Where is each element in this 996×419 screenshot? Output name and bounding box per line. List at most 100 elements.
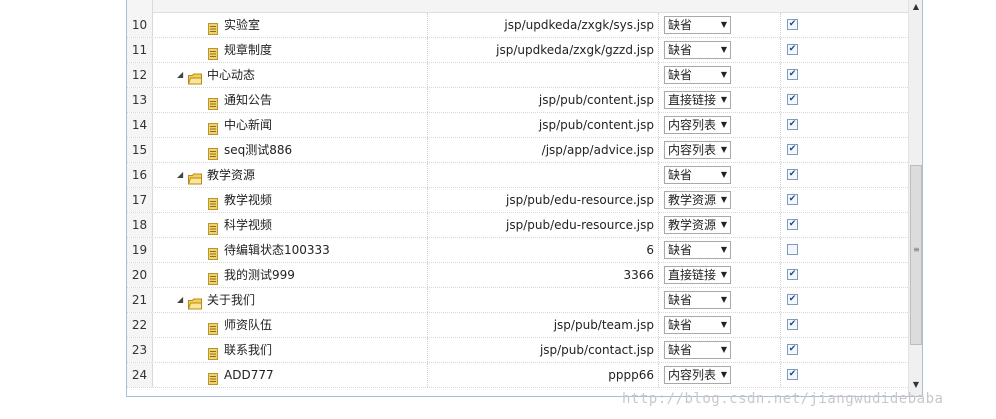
type-select-value: 缺省	[668, 318, 693, 332]
scroll-up-arrow-icon[interactable]: ▲	[909, 0, 922, 14]
scrollbar-thumb[interactable]: ≡	[910, 165, 922, 345]
type-select-value: 直接链接	[668, 93, 717, 107]
menu-name[interactable]: 待编辑状态100333	[224, 238, 330, 262]
type-select[interactable]: 教学资源 ▼	[664, 191, 731, 209]
menu-name[interactable]: 规章制度	[224, 38, 272, 62]
table-row[interactable]: 17 教学视频 jsp/pub/edu-resource.jsp 教学资源 ▼ ✔	[127, 188, 908, 213]
menu-name[interactable]: ADD777	[224, 363, 274, 387]
type-cell: 教学资源 ▼	[660, 188, 781, 212]
table-row[interactable]: 15 seq测试886/jsp/app/advice.jsp 内容列表 ▼ ✔	[127, 138, 908, 163]
table-row[interactable]: 24 ADD777 pppp66 内容列表 ▼ ✔	[127, 363, 908, 388]
type-select-value: 教学资源	[668, 193, 717, 207]
enabled-checkbox[interactable]: ✔	[787, 44, 798, 55]
url-cell	[429, 63, 659, 87]
menu-name[interactable]: 关于我们	[207, 288, 255, 312]
menu-name[interactable]: 中心动态	[207, 63, 255, 87]
url-cell: jsp/updkeda/zxgk/gzzd.jsp	[429, 38, 659, 62]
type-select[interactable]: 缺省 ▼	[664, 241, 731, 259]
url-cell: jsp/pub/contact.jsp	[429, 338, 659, 362]
document-icon	[207, 19, 219, 35]
expand-triangle-icon[interactable]: ◢	[177, 63, 183, 87]
row-number: 13	[127, 88, 153, 112]
enabled-checkbox[interactable]: ✔	[787, 344, 798, 355]
type-select[interactable]: 缺省 ▼	[664, 16, 731, 34]
enabled-checkbox[interactable]: ✔	[787, 219, 798, 230]
menu-name[interactable]: 教学视频	[224, 188, 272, 212]
menu-name[interactable]: 联系我们	[224, 338, 272, 362]
enabled-checkbox[interactable]: ✔	[787, 319, 798, 330]
url-cell: 6	[429, 238, 659, 262]
enabled-checkbox[interactable]: ✔	[787, 94, 798, 105]
name-cell: 师资队伍	[154, 313, 428, 337]
expand-triangle-icon[interactable]: ◢	[177, 288, 183, 312]
type-select[interactable]: 缺省 ▼	[664, 41, 731, 59]
type-select[interactable]: 教学资源 ▼	[664, 216, 731, 234]
table-row[interactable]: 14 中心新闻 jsp/pub/content.jsp 内容列表 ▼ ✔	[127, 113, 908, 138]
enabled-checkbox[interactable]: ✔	[787, 194, 798, 205]
menu-name[interactable]: 科学视频	[224, 213, 272, 237]
url-cell: /jsp/app/advice.jsp	[429, 138, 659, 162]
type-select[interactable]: 内容列表 ▼	[664, 366, 731, 384]
type-select[interactable]: 直接链接 ▼	[664, 266, 731, 284]
table-row[interactable]: 21 ◢ 关于我们 缺省 ▼ ✔	[127, 288, 908, 313]
menu-name[interactable]: 中心新闻	[224, 113, 272, 137]
dropdown-arrow-icon: ▼	[720, 145, 727, 154]
type-select-value: 直接链接	[668, 268, 717, 282]
dropdown-arrow-icon: ▼	[720, 95, 727, 104]
url-cell	[429, 288, 659, 312]
table-row[interactable]: 11 规章制度 jsp/updkeda/zxgk/gzzd.jsp 缺省 ▼ ✔	[127, 38, 908, 63]
menu-name[interactable]: seq测试886	[224, 138, 292, 162]
type-select[interactable]: 缺省 ▼	[664, 66, 731, 84]
enabled-checkbox[interactable]: ✔	[787, 369, 798, 380]
row-number: 23	[127, 338, 153, 362]
table-row[interactable]: 23 联系我们 jsp/pub/contact.jsp 缺省 ▼ ✔	[127, 338, 908, 363]
menu-name[interactable]: 教学资源	[207, 163, 255, 187]
enabled-checkbox[interactable]: ✔	[787, 19, 798, 30]
name-cell: 科学视频	[154, 213, 428, 237]
enabled-checkbox[interactable]	[787, 244, 798, 255]
table-row[interactable]: 22 师资队伍 jsp/pub/team.jsp 缺省 ▼ ✔	[127, 313, 908, 338]
row-number: 12	[127, 63, 153, 87]
menu-name[interactable]: 师资队伍	[224, 313, 272, 337]
row-number: 20	[127, 263, 153, 287]
type-select[interactable]: 缺省 ▼	[664, 291, 731, 309]
enabled-checkbox[interactable]: ✔	[787, 294, 798, 305]
dropdown-arrow-icon: ▼	[720, 370, 727, 379]
table-row[interactable]: 16 ◢ 教学资源 缺省 ▼ ✔	[127, 163, 908, 188]
type-cell: 内容列表 ▼	[660, 363, 781, 387]
dropdown-arrow-icon: ▼	[720, 320, 727, 329]
type-select[interactable]: 内容列表 ▼	[664, 116, 731, 134]
visible-cell: ✔	[782, 188, 908, 212]
document-icon	[207, 119, 219, 135]
scroll-down-arrow-icon[interactable]: ▼	[909, 378, 922, 392]
dropdown-arrow-icon: ▼	[720, 120, 727, 129]
type-select-value: 缺省	[668, 293, 693, 307]
vertical-scrollbar[interactable]: ▲ ≡ ▼	[908, 0, 922, 396]
menu-name[interactable]: 通知公告	[224, 88, 272, 112]
enabled-checkbox[interactable]: ✔	[787, 69, 798, 80]
expand-triangle-icon[interactable]: ◢	[177, 163, 183, 187]
type-select[interactable]: 内容列表 ▼	[664, 141, 731, 159]
table-row[interactable]: 18 科学视频 jsp/pub/edu-resource.jsp 教学资源 ▼ ✔	[127, 213, 908, 238]
type-select[interactable]: 缺省 ▼	[664, 166, 731, 184]
type-select[interactable]: 缺省 ▼	[664, 316, 731, 334]
enabled-checkbox[interactable]: ✔	[787, 169, 798, 180]
scroll-grip-icon: ≡	[913, 245, 920, 254]
document-icon	[207, 219, 219, 235]
menu-name[interactable]: 实验室	[224, 13, 260, 37]
enabled-checkbox[interactable]: ✔	[787, 119, 798, 130]
table-row[interactable]: 19 待编辑状态100333 6 缺省 ▼	[127, 238, 908, 263]
table-row[interactable]: 10 实验室 jsp/updkeda/zxgk/sys.jsp 缺省 ▼ ✔	[127, 13, 908, 38]
table-row[interactable]: 12 ◢ 中心动态 缺省 ▼ ✔	[127, 63, 908, 88]
type-cell: 缺省 ▼	[660, 288, 781, 312]
menu-tree-grid: 10 实验室 jsp/updkeda/zxgk/sys.jsp 缺省 ▼ ✔ 11 规章制度 j…	[126, 0, 923, 397]
table-row[interactable]: 13 通知公告 jsp/pub/content.jsp 直接链接 ▼ ✔	[127, 88, 908, 113]
table-row[interactable]: 20 我的测试999 3366 直接链接 ▼ ✔	[127, 263, 908, 288]
menu-name[interactable]: 我的测试999	[224, 263, 295, 287]
type-select-value: 缺省	[668, 18, 693, 32]
enabled-checkbox[interactable]: ✔	[787, 269, 798, 280]
type-select[interactable]: 缺省 ▼	[664, 341, 731, 359]
enabled-checkbox[interactable]: ✔	[787, 144, 798, 155]
type-select[interactable]: 直接链接 ▼	[664, 91, 731, 109]
document-icon	[207, 344, 219, 360]
